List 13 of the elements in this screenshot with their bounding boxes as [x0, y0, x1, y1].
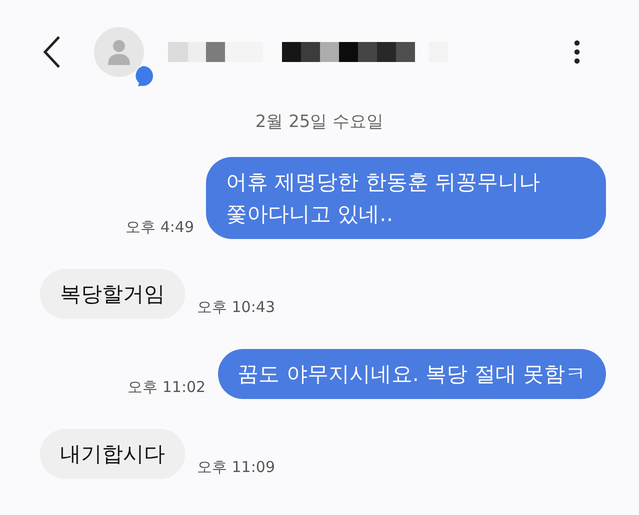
message-time: 오후 11:09 [197, 458, 275, 477]
message-bubble[interactable]: 어휴 제명당한 한동훈 뒤꽁무니나 쫓아다니고 있네.. [206, 157, 606, 239]
person-icon [105, 37, 133, 67]
message-bubble[interactable]: 복당할거임 [40, 269, 185, 319]
date-divider: 2월 25일 수요일 [254, 111, 385, 133]
message-time: 오후 4:49 [126, 218, 194, 237]
message-bubble[interactable]: 내기합시다 [40, 429, 185, 479]
contact-avatar[interactable] [94, 27, 144, 77]
message-time: 오후 11:02 [128, 378, 206, 397]
message-bubble[interactable]: 꿈도 야무지시네요. 복당 절대 못함ㅋ [218, 349, 606, 399]
message-time: 오후 10:43 [197, 298, 275, 317]
back-icon[interactable] [42, 35, 62, 69]
more-options-icon[interactable] [573, 39, 581, 65]
